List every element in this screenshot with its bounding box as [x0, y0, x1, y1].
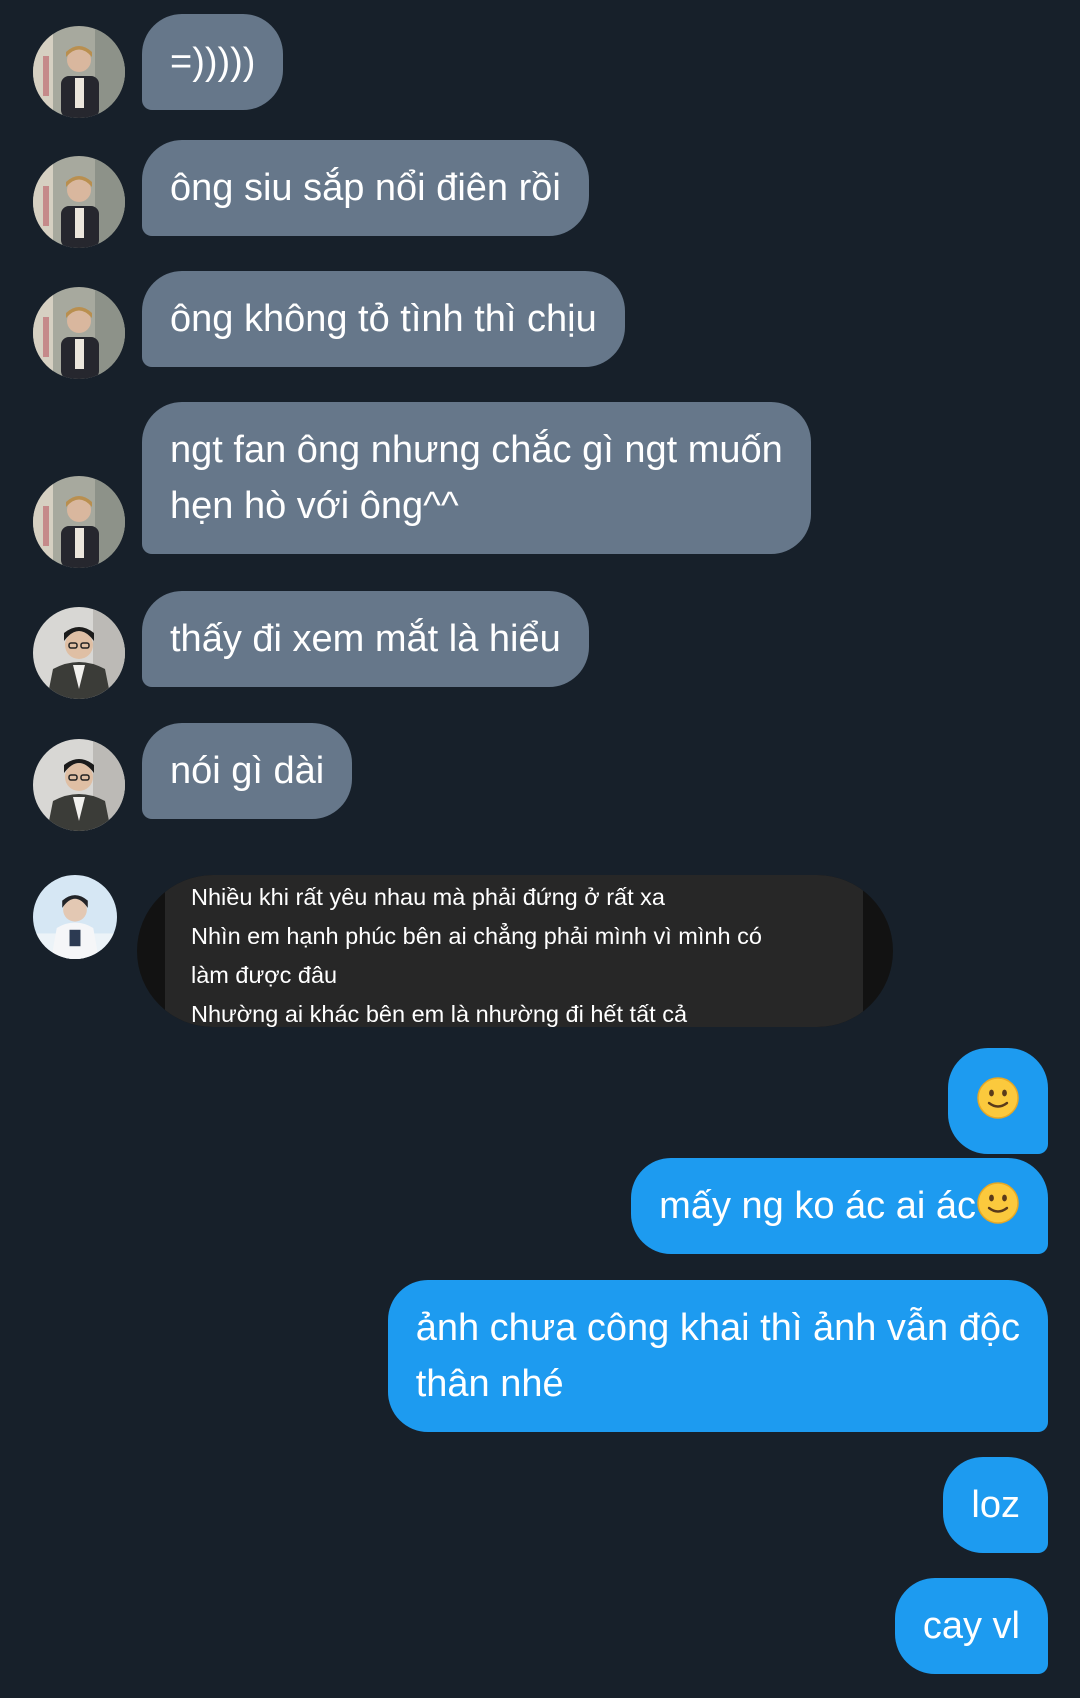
message-bubble-incoming[interactable]: =))))): [142, 14, 284, 110]
message-text: cay vl: [922, 1605, 1020, 1647]
message-bubble-incoming[interactable]: ngt fan ông nhưng chắc gì ngt muốn hẹn h…: [142, 402, 811, 554]
avatar-user-a[interactable]: [33, 476, 125, 568]
slightly-smiling-face-icon: [976, 1076, 1020, 1120]
message-text: thấy đi xem mắt là hiểu: [170, 618, 561, 660]
avatar-user-b[interactable]: [33, 607, 125, 699]
message-bubble-outgoing[interactable]: loz: [943, 1457, 1048, 1553]
message-bubble-outgoing[interactable]: ảnh chưa công khai thì ảnh vẫn độc thân …: [387, 1280, 1048, 1432]
message-bubble-outgoing[interactable]: cay vl: [894, 1578, 1048, 1674]
avatar-user-c[interactable]: [33, 875, 117, 959]
avatar-user-a[interactable]: [33, 156, 125, 248]
message-bubble-incoming[interactable]: ông siu sắp nổi điên rồi: [142, 140, 589, 236]
message-text: loz: [971, 1484, 1020, 1526]
message-text: ông không tỏ tình thì chịu: [170, 298, 597, 340]
slightly-smiling-face-icon: [976, 1181, 1020, 1225]
message-bubble-outgoing[interactable]: [948, 1048, 1048, 1154]
lyrics-line: Nhường ai khác bên em là nhường đi hết t…: [191, 1001, 688, 1027]
shared-media-lyrics: Nhiều khi rất yêu nhau mà phải đứng ở rấ…: [165, 875, 863, 1027]
message-bubble-incoming[interactable]: thấy đi xem mắt là hiểu: [142, 591, 589, 687]
message-text-line: ảnh chưa công khai thì ảnh vẫn độc: [415, 1307, 1020, 1349]
shared-media-card[interactable]: Nhiều khi rất yêu nhau mà phải đứng ở rấ…: [137, 875, 893, 1027]
message-text: ông siu sắp nổi điên rồi: [170, 167, 561, 209]
message-bubble-incoming[interactable]: nói gì dài: [142, 723, 353, 819]
message-text: nói gì dài: [170, 750, 325, 792]
message-text: =))))): [170, 41, 256, 83]
message-bubble-incoming[interactable]: ông không tỏ tình thì chịu: [142, 271, 625, 367]
avatar-user-b[interactable]: [33, 739, 125, 831]
lyrics-line: Nhìn em hạnh phúc bên ai chẳng phải mình…: [191, 923, 762, 949]
message-text-line: hẹn hò với ông^^: [170, 485, 459, 527]
lyrics-line: làm được đâu: [191, 962, 338, 988]
lyrics-line: Nhiều khi rất yêu nhau mà phải đứng ở rấ…: [191, 884, 665, 910]
avatar-user-a[interactable]: [33, 26, 125, 118]
message-text-line: thân nhé: [415, 1363, 564, 1405]
avatar-user-a[interactable]: [33, 287, 125, 379]
message-bubble-outgoing[interactable]: mấy ng ko ác ai ác: [631, 1158, 1048, 1254]
message-text-line: ngt fan ông nhưng chắc gì ngt muốn: [170, 429, 783, 471]
message-text: mấy ng ko ác ai ác: [659, 1185, 976, 1227]
